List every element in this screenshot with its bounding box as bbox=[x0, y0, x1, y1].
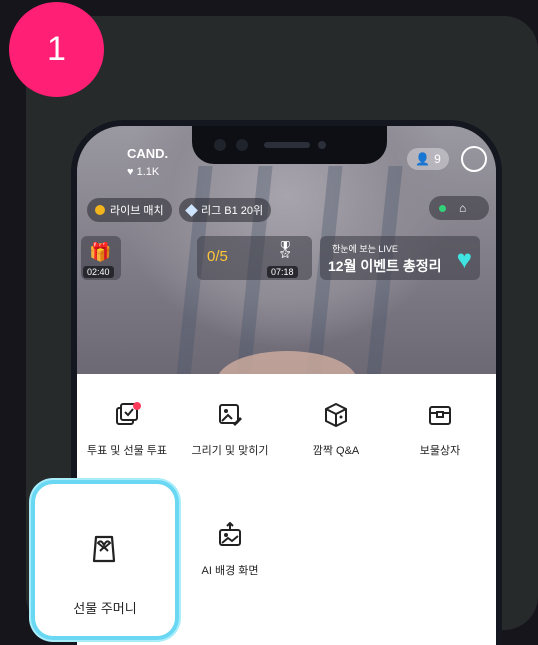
ai-background-icon bbox=[219, 522, 241, 546]
gift-box-icon: 🎁 bbox=[89, 242, 112, 262]
live-match-pill[interactable]: 라이브 매치 bbox=[87, 198, 172, 222]
menu-item-treasure[interactable]: 보물상자 bbox=[390, 402, 490, 458]
vote-counter: 0/5 bbox=[207, 248, 228, 265]
league-pill[interactable]: 리그 B1 20위 bbox=[179, 198, 272, 222]
mini-controls[interactable]: ⌂ bbox=[429, 196, 489, 220]
step-badge: 1 bbox=[9, 2, 104, 97]
gift-tile[interactable]: 🎁 02:40 bbox=[81, 236, 121, 280]
vote-timer: 07:18 bbox=[267, 266, 298, 278]
treasure-chest-icon bbox=[429, 406, 451, 425]
speaker-grille bbox=[264, 142, 310, 148]
menu-item-draw[interactable]: 그리기 및 맞히기 bbox=[180, 402, 280, 458]
diamond-icon bbox=[185, 203, 198, 217]
draw-picture-icon bbox=[219, 404, 242, 426]
menu-item-label: 그리기 및 맞히기 bbox=[191, 445, 269, 457]
gift-pouch-label: 선물 주머니 bbox=[73, 601, 137, 616]
person-icon: 👤 bbox=[415, 152, 431, 166]
highlighted-gift-pouch[interactable]: 선물 주머니 bbox=[35, 484, 175, 636]
heart-icon: ♥ bbox=[127, 166, 134, 178]
home-icon: ⌂ bbox=[459, 201, 467, 215]
gift-timer: 02:40 bbox=[83, 266, 114, 278]
event-title: 12월 이벤트 총정리 bbox=[328, 258, 442, 274]
league-label: 리그 B1 20위 bbox=[201, 205, 264, 217]
menu-item-label: AI 배경 화면 bbox=[201, 565, 259, 577]
gift-pouch-icon bbox=[92, 535, 116, 563]
event-banner[interactable]: 한눈에 보는 LIVE 12월 이벤트 총정리 ♥ bbox=[320, 236, 480, 280]
camera-dot bbox=[236, 139, 248, 151]
live-match-label: 라이브 매치 bbox=[110, 205, 164, 217]
streamer-name[interactable]: CAND. bbox=[127, 146, 168, 161]
mission-icon: 🎖 bbox=[275, 242, 296, 259]
phone-notch bbox=[192, 126, 387, 164]
like-count-value: 1.1K bbox=[136, 166, 160, 178]
event-small-label: 한눈에 보는 LIVE bbox=[332, 244, 398, 254]
menu-item-label: 투표 및 선물 투표 bbox=[86, 445, 167, 457]
menu-item-ai-background[interactable]: AI 배경 화면 bbox=[180, 522, 280, 578]
heart-icon: ♥ bbox=[456, 244, 472, 274]
menu-item-label: 깜짝 Q&A bbox=[312, 445, 360, 457]
viewer-count-badge[interactable]: 👤 9 bbox=[407, 148, 449, 170]
viewer-count-value: 9 bbox=[434, 152, 441, 166]
coin-icon bbox=[95, 205, 105, 215]
close-icon[interactable] bbox=[461, 146, 487, 172]
notification-dot bbox=[133, 402, 141, 410]
sensor-dot bbox=[318, 141, 326, 149]
like-count: ♥ 1.1K bbox=[127, 166, 159, 178]
surprise-cube-icon bbox=[325, 402, 347, 428]
menu-item-vote[interactable]: 투표 및 선물 투표 bbox=[77, 402, 177, 458]
menu-item-label: 보물상자 bbox=[419, 445, 461, 457]
camera-dot bbox=[214, 139, 226, 151]
vote-tile[interactable]: 0/5 🎖 07:18 bbox=[197, 236, 312, 280]
status-dot bbox=[439, 205, 446, 212]
menu-item-qa[interactable]: 깜짝 Q&A bbox=[286, 402, 386, 458]
